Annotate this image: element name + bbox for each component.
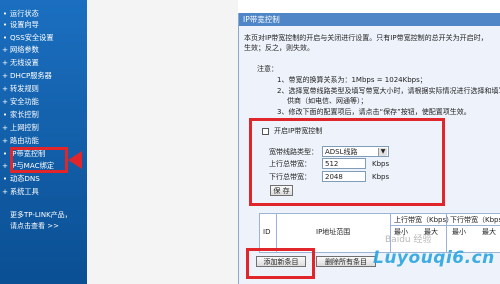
intro-text-1: 本页对IP带宽控制的开启与关闭进行设置。只有IP带宽控制的总开关为开启时， [244,34,488,42]
plus-icon: + [2,84,9,93]
add-entry-button[interactable]: 添加新条目 [256,256,306,267]
sidebar-item-network[interactable]: + 网络参数 [2,44,39,55]
bullet-icon: • [2,20,8,29]
plus-icon: + [2,123,9,132]
line-type-select[interactable]: ADSL线路 ▼ [322,146,389,157]
sidebar-item-label: 网络参数 [10,45,39,54]
sidebar: • 运行状态 • 设置向导 • QSS安全设置 + 网络参数 + 无线设置 + DHCP服务… [0,0,87,284]
bandwidth-panel: IP带宽控制 本页对IP带宽控制的开启与关闭进行设置。只有IP带宽控制的总开关为… [238,13,500,284]
sidebar-item-label: 家长控制 [10,110,39,119]
faint-watermark: Baidu 经验 [385,235,432,245]
table-divider [276,214,277,252]
up-label: 上行总带宽： [269,160,311,168]
page-title: IP带宽控制 [239,13,500,26]
sidebar-item-dhcp[interactable]: + DHCP服务器 [2,70,52,81]
column-header-down-min: 最小 [452,228,466,236]
bullet-icon: • [2,149,8,158]
plus-icon: + [2,45,9,54]
sidebar-item-status[interactable]: • 运行状态 [2,8,39,19]
frame-gap [87,0,238,284]
more-products-link[interactable]: 请点击查看 >> [10,221,59,231]
enable-checkbox[interactable] [262,128,269,135]
note-2b: 供商（如电信、网通等）； [287,97,368,105]
table-divider [390,225,500,226]
sidebar-item-label: 设置向导 [10,20,39,29]
sidebar-item-label: 上网控制 [10,123,39,132]
plus-icon: + [2,58,9,67]
up-unit: Kbps [372,160,390,168]
sidebar-item-label: DHCP服务器 [10,71,52,80]
note-1: 1、带宽的换算关系为：1Mbps = 1024Kbps； [277,76,427,84]
chevron-down-icon: ▼ [378,148,387,156]
bullet-icon: • [2,174,8,183]
sidebar-item-system[interactable]: + 系统工具 [2,186,39,197]
line-type-value: ADSL线路 [325,148,358,156]
down-unit: Kbps [372,173,390,181]
sidebar-item-wizard[interactable]: • 设置向导 [2,19,39,30]
nav-highlight-box [10,147,68,173]
sidebar-item-routing[interactable]: + 路由功能 [2,135,39,146]
sidebar-item-label: 无线设置 [10,58,39,67]
sidebar-item-parental[interactable]: • 家长控制 [2,109,39,120]
plus-icon: + [2,71,9,80]
line-type-label: 宽带线路类型： [269,148,318,156]
down-bandwidth-input[interactable]: 2048 [322,171,366,182]
sidebar-item-wireless[interactable]: + 无线设置 [2,57,39,68]
enable-label: 开启IP带宽控制 [274,127,323,135]
sidebar-item-security[interactable]: + 安全功能 [2,96,39,107]
sidebar-item-qss[interactable]: • QSS安全设置 [2,32,54,43]
rules-table: ID IP地址范围 上行带宽（Kbps） 下行带宽（Kbps） 最小 最大 最小… [259,213,500,253]
sidebar-item-access[interactable]: + 上网控制 [2,122,39,133]
column-header-down-max: 最大 [482,228,496,236]
sidebar-item-label: 动态DNS [10,174,40,183]
plus-icon: + [2,97,9,106]
sidebar-item-label: 运行状态 [10,9,39,18]
site-watermark: Luyouqi6.cn [373,248,495,268]
column-header-id: ID [263,228,271,236]
save-button[interactable]: 保 存 [270,185,293,196]
pointer-arrow-icon [68,151,82,169]
sidebar-item-forwarding[interactable]: + 转发规则 [2,83,39,94]
note-label: 注意： [257,65,278,73]
column-header-up: 上行带宽（Kbps） [394,216,454,224]
more-products-text: 更多TP-LINK产品， [10,211,72,219]
note-3: 3、修改下面的配置项后，请点击“保存”按钮，使配置项生效。 [277,108,471,116]
intro-text-2: 生效；反之，则失效。 [244,44,314,52]
column-header-down: 下行带宽（Kbps） [450,216,500,224]
plus-icon: + [2,136,9,145]
plus-icon: + [2,187,9,196]
sidebar-item-label: 路由功能 [10,136,39,145]
sidebar-item-label: 系统工具 [10,187,39,196]
sidebar-item-label: QSS安全设置 [10,33,54,42]
column-header-ip: IP地址范围 [316,228,351,236]
note-2: 2、选择宽带线路类型及填写带宽大小时，请根据实际情况进行选择和填写 [277,87,500,95]
up-bandwidth-input[interactable]: 512 [322,158,366,169]
plus-icon: + [2,161,9,170]
delete-all-button[interactable]: 删除所有条目 [316,256,376,267]
sidebar-item-ddns[interactable]: • 动态DNS [2,173,40,184]
sidebar-item-label: 转发规则 [10,84,39,93]
down-label: 下行总带宽： [269,173,311,181]
bullet-icon: • [2,110,8,119]
bullet-icon: • [2,9,8,18]
bullet-icon: • [2,33,8,42]
sidebar-item-label: 安全功能 [10,97,39,106]
